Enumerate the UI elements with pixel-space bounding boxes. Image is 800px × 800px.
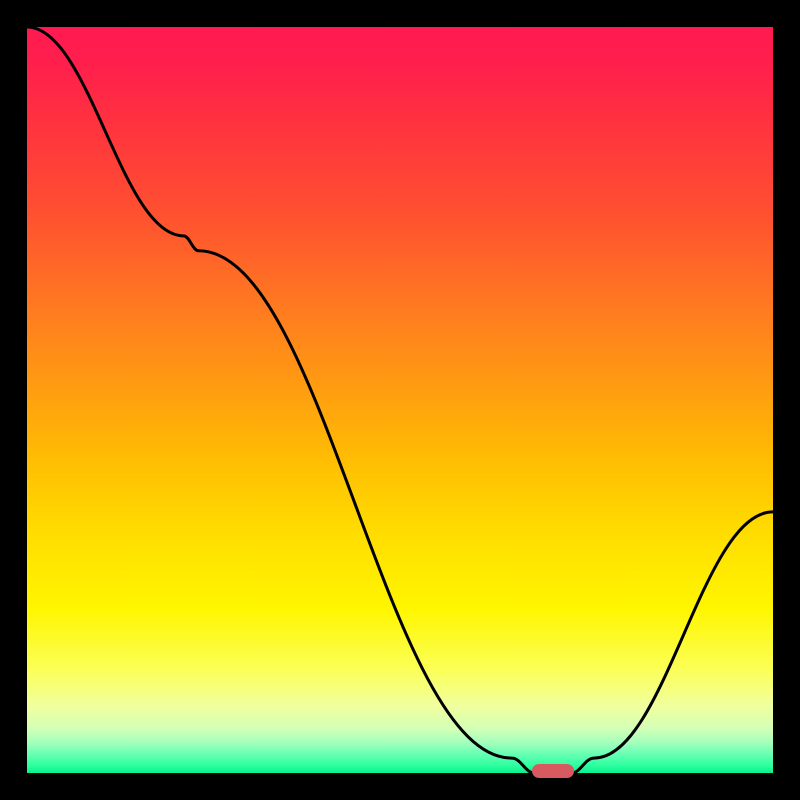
curve-path [27,27,773,773]
bottleneck-curve [27,27,773,773]
optimal-marker [532,764,574,778]
chart-plot-area [27,27,773,773]
